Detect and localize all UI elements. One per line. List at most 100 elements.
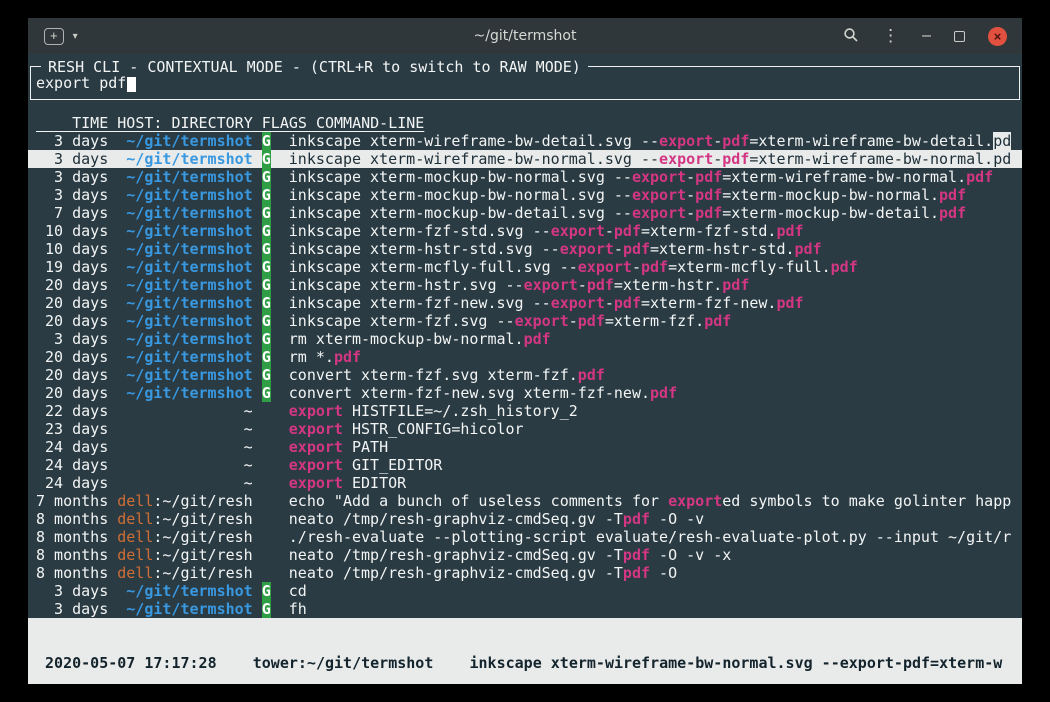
minimize-button[interactable]: – xyxy=(922,27,931,45)
history-row[interactable]: 20 days~/git/termshotGinkscape xterm-hst… xyxy=(28,276,1022,294)
text-segment: inkscape xterm-hstr-std.svg -- xyxy=(289,240,560,258)
history-row[interactable]: 23 days~export HSTR_CONFIG=hicolor xyxy=(28,420,1022,438)
text-segment: inkscape xterm-wireframe-bw-normal.svg -… xyxy=(289,150,659,168)
match-highlight: pdf xyxy=(578,366,605,384)
command-cell: convert xterm-fzf.svg xterm-fzf.pdf xyxy=(289,366,605,384)
history-row[interactable]: 19 days~/git/termshotGinkscape xterm-mcf… xyxy=(28,258,1022,276)
command-cell: inkscape xterm-wireframe-bw-normal.svg -… xyxy=(289,150,1011,168)
time-cell: 3 days xyxy=(36,330,108,348)
text-segment: ~ xyxy=(244,474,253,492)
chevron-down-icon: ▾ xyxy=(73,31,78,42)
match-highlight: export xyxy=(560,240,614,258)
text-segment: =xterm-mcfly-full. xyxy=(668,258,831,276)
history-row[interactable]: 8 monthsdell:~/git/reshneato /tmp/resh-g… xyxy=(28,546,1022,564)
git-flag: G xyxy=(262,132,271,150)
text-segment: rm *. xyxy=(289,348,334,366)
git-flag: G xyxy=(262,204,271,222)
directory-path: ~/git/termshot xyxy=(126,168,252,186)
match-highlight: export xyxy=(289,474,343,492)
host-directory-cell: ~/git/termshot xyxy=(117,150,252,168)
history-row[interactable]: 10 days~/git/termshotGinkscape xterm-hst… xyxy=(28,240,1022,258)
git-flag: G xyxy=(262,366,271,384)
history-row[interactable]: 24 days~export EDITOR xyxy=(28,474,1022,492)
directory-path: ~/git/termshot xyxy=(126,222,252,240)
history-row[interactable]: 20 days~/git/termshotGconvert xterm-fzf-… xyxy=(28,384,1022,402)
text-segment: ./resh-evaluate --plotting-script evalua… xyxy=(289,528,1011,546)
match-highlight: pdf xyxy=(623,510,650,528)
history-row[interactable]: 20 days~/git/termshotGinkscape xterm-fzf… xyxy=(28,294,1022,312)
search-box[interactable]: RESH CLI - CONTEXTUAL MODE - (CTRL+R to … xyxy=(30,66,1020,100)
command-cell: rm *.pdf xyxy=(289,348,361,366)
directory-path: ~/git/termshot xyxy=(126,312,252,330)
history-row[interactable]: 22 days~export HISTFILE=~/.zsh_history_2 xyxy=(28,402,1022,420)
command-cell: inkscape xterm-hstr-std.svg --export-pdf… xyxy=(289,240,822,258)
history-row-selected[interactable]: 3 days~/git/termshotGinkscape xterm-wire… xyxy=(28,150,1022,168)
history-row[interactable]: 24 days~export GIT_EDITOR xyxy=(28,456,1022,474)
history-row[interactable]: 7 days~/git/termshotGinkscape xterm-mock… xyxy=(28,204,1022,222)
history-row[interactable]: 8 monthsdell:~/git/reshneato /tmp/resh-g… xyxy=(28,510,1022,528)
text-segment: convert xterm-fzf.svg xterm-fzf. xyxy=(289,366,578,384)
text-segment: - xyxy=(605,222,614,240)
time-cell: 20 days xyxy=(36,366,108,384)
time-cell: 10 days xyxy=(36,240,108,258)
history-row[interactable]: 20 days ~/git/termshot Gconvert xterm-fzf.… xyxy=(28,366,1022,384)
directory-path: ~/git/termshot xyxy=(126,366,252,384)
history-row[interactable]: 7 monthsdell:~/git/reshecho "Add a bunch… xyxy=(28,492,1022,510)
history-row[interactable]: 8 monthsdell:~/git/resh./resh-evaluate -… xyxy=(28,528,1022,546)
history-row[interactable]: 3 days~/git/termshotGinkscape xterm-wire… xyxy=(28,132,1022,150)
history-row[interactable]: 10 days~/git/termshotGinkscape xterm-fzf… xyxy=(28,222,1022,240)
text-segment: - xyxy=(614,240,623,258)
history-row[interactable]: 3 days~/git/termshotGcd xyxy=(28,582,1022,600)
git-flag: G xyxy=(262,330,271,348)
flags-cell: G xyxy=(262,294,271,312)
match-highlight: pdf xyxy=(776,294,803,312)
history-row[interactable]: 3 days~/git/termshotGinkscape xterm-mock… xyxy=(28,186,1022,204)
tab-list-dropdown-button[interactable]: ▾ xyxy=(73,31,78,42)
text-segment: inkscape xterm-mcfly-full.svg -- xyxy=(289,258,578,276)
search-button[interactable] xyxy=(843,27,859,46)
text-segment: -O xyxy=(650,564,677,582)
text-segment: =xterm-fzf-std. xyxy=(641,222,776,240)
text-segment: =xterm-mockup-bw-detail. xyxy=(722,204,939,222)
history-row[interactable]: 3 days~/git/termshotGrm xterm-mockup-bw-… xyxy=(28,330,1022,348)
text-segment: EDITOR xyxy=(343,474,406,492)
text-segment: rm xterm-mockup-bw-normal. xyxy=(289,330,524,348)
flags-cell: G xyxy=(262,366,271,384)
git-flag: G xyxy=(262,168,271,186)
text-segment: :~/git/resh xyxy=(153,510,252,528)
text-segment: ~ xyxy=(244,438,253,456)
terminal-screen[interactable]: RESH CLI - CONTEXTUAL MODE - (CTRL+R to … xyxy=(28,54,1022,684)
search-input[interactable]: export pdf xyxy=(36,74,1014,92)
history-row[interactable]: 3 days ~/git/termshot Ginkscape xterm-mock… xyxy=(28,168,1022,186)
match-highlight: pdf xyxy=(623,240,650,258)
history-row[interactable]: 20 days~/git/termshotGrm *.pdf xyxy=(28,348,1022,366)
time-cell: 3 days xyxy=(36,168,108,186)
new-tab-button[interactable]: + xyxy=(44,28,64,45)
history-row[interactable]: 8 monthsdell:~/git/reshneato /tmp/resh-g… xyxy=(28,564,1022,582)
text-segment: =xterm-fzf-new. xyxy=(641,294,776,312)
history-row[interactable]: 20 days~/git/termshotGinkscape xterm-fzf… xyxy=(28,312,1022,330)
history-row[interactable]: 3 days~/git/termshotGfh xyxy=(28,600,1022,618)
history-row[interactable]: 24 days~export PATH xyxy=(28,438,1022,456)
text-segment: inkscape xterm-fzf.svg -- xyxy=(289,312,515,330)
remote-host: dell xyxy=(117,510,153,528)
command-cell: rm xterm-mockup-bw-normal.pdf xyxy=(289,330,551,348)
match-highlight: export xyxy=(659,150,713,168)
match-highlight: export xyxy=(551,294,605,312)
text-segment: HISTFILE=~/.zsh_history_2 xyxy=(343,402,578,420)
time-cell: 23 days xyxy=(36,420,108,438)
close-button[interactable]: × xyxy=(988,27,1007,46)
command-cell: export HSTR_CONFIG=hicolor xyxy=(289,420,524,438)
text-segment: inkscape xterm-mockup-bw-normal.svg -- xyxy=(289,168,632,186)
directory-path: ~/git/termshot xyxy=(126,240,252,258)
text-segment: neato /tmp/resh-graphviz-cmdSeq.gv -T xyxy=(289,510,623,528)
match-highlight: export xyxy=(515,312,569,330)
menu-button[interactable]: ⋮ xyxy=(882,28,899,44)
history-list-header: TIME HOST: DIRECTORY FLAGS COMMAND-LINE xyxy=(28,114,1022,132)
restore-button[interactable] xyxy=(954,31,965,42)
host-directory-cell: ~/git/termshot xyxy=(117,294,252,312)
text-segment: - xyxy=(632,258,641,276)
text-segment: - xyxy=(605,294,614,312)
terminal-window: + ▾ ~/git/termshot ⋮ – xyxy=(28,18,1022,684)
host-directory-cell: ~/git/termshot xyxy=(117,168,252,186)
